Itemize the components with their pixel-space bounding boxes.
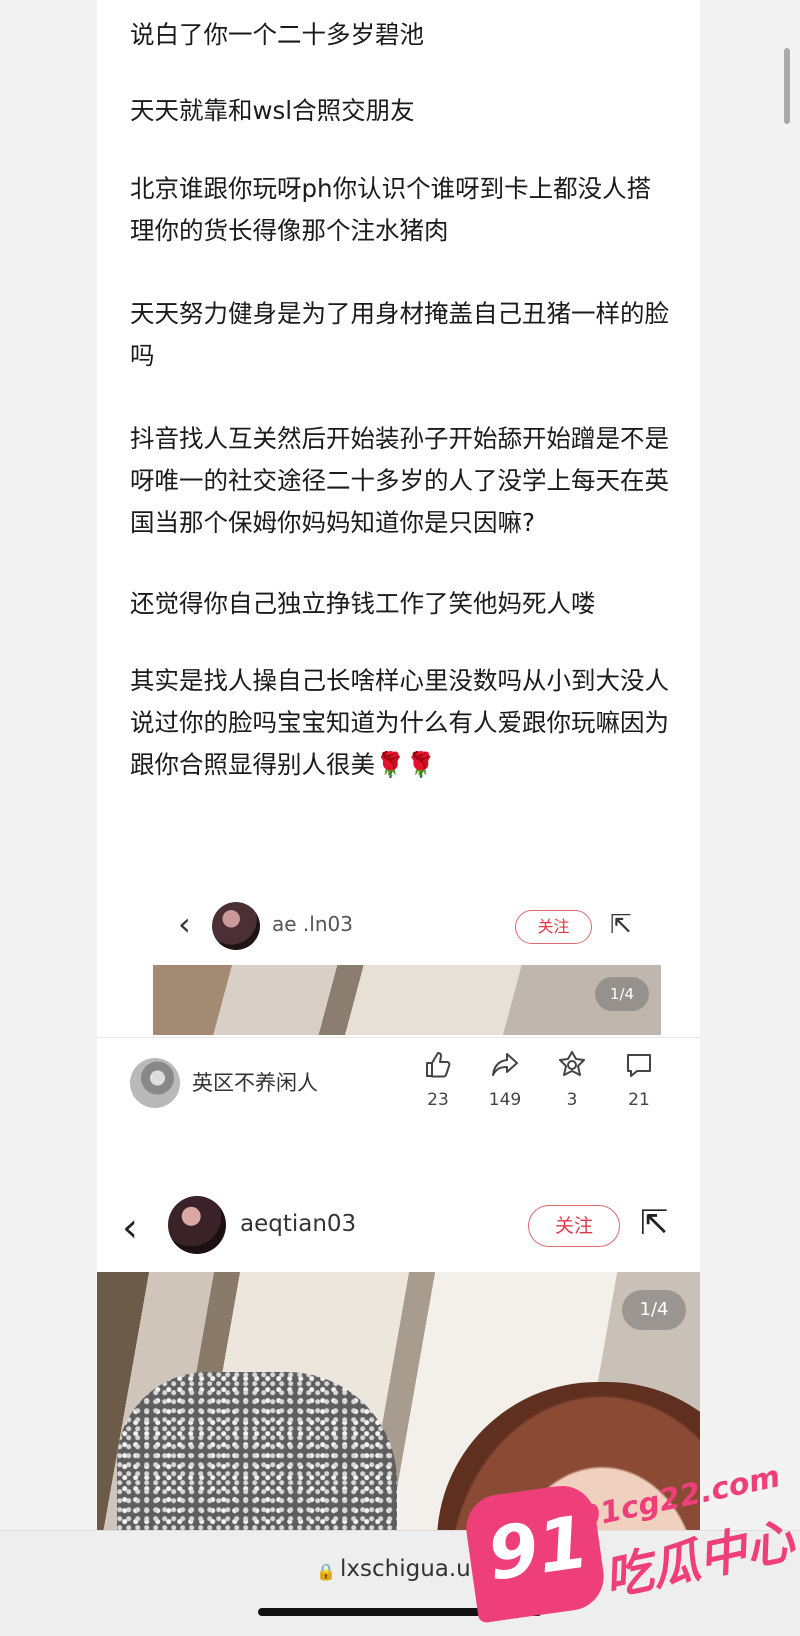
follow-button[interactable]: 关注 bbox=[515, 910, 592, 944]
share-button[interactable]: 149 bbox=[475, 1050, 535, 1110]
back-icon[interactable]: ‹ bbox=[122, 1205, 138, 1251]
avatar[interactable] bbox=[168, 1196, 226, 1254]
collect-count: 3 bbox=[566, 1090, 578, 1110]
glitter-hat bbox=[117, 1372, 397, 1540]
share-icon[interactable]: ⇱ bbox=[640, 1203, 669, 1243]
share-icon[interactable]: ⇱ bbox=[610, 910, 632, 940]
author-name[interactable]: 英区不养闲人 bbox=[192, 1067, 318, 1097]
divider bbox=[97, 1037, 700, 1038]
collect-button[interactable]: 3 bbox=[542, 1050, 602, 1110]
like-icon bbox=[426, 1052, 451, 1078]
back-icon[interactable]: ‹ bbox=[178, 905, 191, 943]
watermark-number: 91 bbox=[482, 1499, 594, 1597]
comment-icon bbox=[627, 1054, 651, 1077]
like-button[interactable]: 23 bbox=[408, 1050, 468, 1110]
like-count: 23 bbox=[427, 1090, 449, 1110]
post-paragraph: 北京谁跟你玩呀ph你认识个谁呀到卡上都没人搭理你的货长得像那个注水猪肉 bbox=[130, 174, 652, 245]
username[interactable]: aeqtian03 bbox=[240, 1211, 356, 1237]
photo-pager: 1/4 bbox=[595, 977, 649, 1011]
post-paragraph: 天天努力健身是为了用身材掩盖自己丑猪一样的脸吗 bbox=[130, 299, 669, 370]
share-icon bbox=[492, 1053, 518, 1076]
lock-icon: 🔒 bbox=[316, 1562, 336, 1581]
post-photo[interactable]: 1/4 bbox=[153, 965, 661, 1035]
post-paragraph: 其实是找人操自己长啥样心里没数吗从小到大没人说过你的脸吗宝宝知道为什么有人爱跟你… bbox=[130, 660, 670, 786]
post-paragraph: 还觉得你自己独立挣钱工作了笑他妈死人喽 bbox=[130, 589, 596, 618]
post-paragraph: 抖音找人互关然后开始装孙子开始舔开始蹭是不是呀唯一的社交途径二十多岁的人了没学上… bbox=[130, 424, 669, 537]
collect-icon bbox=[559, 1051, 585, 1076]
comment-button[interactable]: 21 bbox=[609, 1050, 669, 1110]
post-paragraph: 天天就靠和wsl合照交朋友 bbox=[130, 96, 415, 125]
watermark: 91 91cg22.com 吃瓜中心 bbox=[460, 1440, 800, 1630]
avatar[interactable] bbox=[212, 902, 260, 950]
author-avatar[interactable] bbox=[130, 1058, 180, 1108]
rose-emoji: 🌹🌹 bbox=[375, 750, 437, 779]
post-paragraph: 说白了你一个二十多岁碧池 bbox=[130, 20, 424, 49]
comment-count: 21 bbox=[628, 1090, 650, 1110]
follow-button[interactable]: 关注 bbox=[528, 1205, 620, 1247]
photo-pager: 1/4 bbox=[622, 1290, 686, 1330]
username[interactable]: ae .ln03 bbox=[272, 912, 353, 936]
share-count: 149 bbox=[488, 1090, 522, 1110]
scrollbar[interactable] bbox=[784, 48, 790, 124]
